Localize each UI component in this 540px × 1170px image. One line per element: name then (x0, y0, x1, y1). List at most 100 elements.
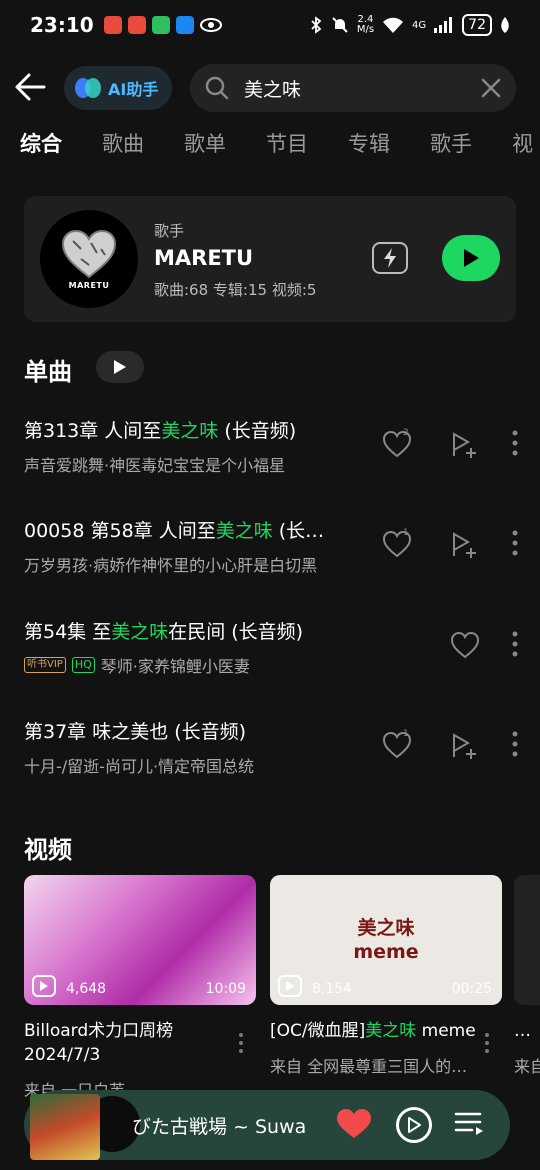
video-play-icon (278, 975, 302, 997)
artist-card[interactable]: MARETU 歌手 MARETU 歌曲:68 专辑:15 视频:5 (24, 196, 516, 322)
add-to-playlist-icon[interactable] (450, 530, 480, 560)
artist-type-label: 歌手 (154, 222, 185, 240)
more-options-icon[interactable] (510, 430, 520, 456)
mini-player[interactable]: びた古戦場 ~ Suwa (24, 1090, 510, 1160)
video-source: 来自 (514, 1057, 540, 1076)
avatar-logo-text: MARETU (68, 280, 110, 290)
play-icon (408, 1117, 421, 1133)
tab-albums[interactable]: 专辑 (348, 128, 390, 168)
status-time: 23:10 (30, 13, 94, 37)
play-icon (464, 249, 479, 267)
leaf-icon (501, 17, 509, 33)
like-count: 2 (403, 428, 409, 438)
status-indicators: 2.4 M/s 4G 72 (309, 14, 510, 36)
song-subtitle: 万岁男孩·病娇作神怀里的小心肝是白切黑 (24, 556, 318, 575)
like-icon[interactable] (450, 631, 480, 661)
search-input[interactable]: 美之味 (190, 64, 516, 112)
artist-play-button[interactable] (442, 235, 500, 281)
clear-search-icon[interactable] (480, 77, 502, 99)
playlist-queue-icon[interactable] (454, 1110, 484, 1138)
eye-icon (199, 18, 222, 32)
tab-artists[interactable]: 歌手 (430, 128, 472, 168)
song-subtitle: 十月-/留逝-尚可儿·情定帝国总统 (24, 757, 255, 776)
song-row[interactable]: 00058 第58章 人间至美之味 (长… 万岁男孩·病娇作神怀里的小心肝是白切… (24, 516, 540, 596)
ai-logo-icon (75, 78, 101, 98)
album-cover (30, 1094, 100, 1160)
network-type: 4G (412, 19, 427, 31)
song-subtitle: 听书VIP HQ 琴师·家养锦鲤小医妻 (24, 653, 250, 677)
video-more-icon[interactable] (238, 1033, 244, 1053)
more-options-icon[interactable] (510, 631, 520, 657)
video-card[interactable]: 4,648 10:09 Billoard术力口周榜 2024/7/3 来自 一只… (24, 875, 256, 1101)
app-notification-icon (175, 16, 194, 34)
hq-badge: HQ (71, 657, 95, 673)
tab-videos[interactable]: 视 (512, 128, 533, 168)
song-title: 第313章 人间至美之味 (长音频) (24, 420, 297, 442)
artist-avatar: MARETU (40, 210, 138, 308)
status-bar: 23:10 2.4 M/s 4G 72 (0, 0, 540, 50)
wifi-icon (383, 17, 404, 33)
heart-logo-icon (61, 229, 117, 278)
video-duration: 10:09 (205, 981, 246, 997)
video-duration: 00:25 (451, 981, 492, 997)
video-view-count: 4,648 (66, 981, 107, 997)
song-title: 00058 第58章 人间至美之味 (长… (24, 520, 325, 542)
thumbnail-subtitle: meme (353, 941, 419, 963)
now-playing-title: びた古戦場 ~ Suwa (132, 1116, 307, 1138)
battery-indicator: 72 (462, 14, 492, 36)
song-title: 第37章 味之美也 (长音频) (24, 721, 247, 743)
result-tabs: 综合 歌曲 歌单 节目 专辑 歌手 视 (20, 128, 540, 168)
network-speed: 2.4 M/s (356, 14, 375, 35)
video-title: … (514, 1021, 531, 1041)
play-pause-button[interactable] (396, 1107, 432, 1143)
ai-assistant-label: AI助手 (108, 80, 159, 99)
add-to-playlist-icon[interactable] (450, 430, 480, 460)
tab-overview[interactable]: 综合 (20, 128, 62, 168)
video-thumbnail (514, 875, 540, 1005)
ai-assistant-button[interactable]: AI助手 (64, 66, 172, 110)
search-header: AI助手 美之味 (0, 62, 540, 114)
signal-icon (434, 17, 453, 33)
back-arrow-icon[interactable] (14, 70, 48, 104)
app-notification-icon (103, 16, 122, 34)
mute-bell-icon (332, 17, 348, 33)
like-count: 1 (403, 729, 409, 739)
video-play-icon (32, 975, 56, 997)
video-source: 来自 全网最尊重三国人的… (270, 1057, 468, 1076)
song-row[interactable]: 第313章 人间至美之味 (长音频) 声音爱跳舞·神医毒妃宝宝是个小福星 2 (24, 416, 540, 496)
search-icon (205, 76, 229, 100)
add-to-playlist-icon[interactable] (450, 731, 480, 761)
wechat-icon (151, 16, 170, 34)
favorite-heart-icon[interactable] (336, 1108, 372, 1140)
song-row[interactable]: 第37章 味之美也 (长音频) 十月-/留逝-尚可儿·情定帝国总统 1 (24, 717, 540, 797)
play-icon (114, 360, 126, 374)
artist-stats: 歌曲:68 专辑:15 视频:5 (154, 281, 317, 299)
lightning-icon (384, 248, 396, 268)
video-thumbnail: 美之味 meme 8,154 00:25 (270, 875, 502, 1005)
video-card[interactable]: … 来自 (514, 875, 540, 1077)
tab-songs[interactable]: 歌曲 (102, 128, 144, 168)
video-title: [OC/微血腥]美之味 meme (270, 1021, 476, 1041)
status-app-icons (103, 16, 222, 34)
thumbnail-title: 美之味 (357, 917, 415, 939)
bluetooth-icon (311, 16, 322, 34)
search-query: 美之味 (244, 78, 302, 101)
video-title: Billoard术力口周榜 2024/7/3 (24, 1021, 174, 1065)
more-options-icon[interactable] (510, 530, 520, 556)
video-card[interactable]: 美之味 meme 8,154 00:25 [OC/微血腥]美之味 meme 来自… (270, 875, 502, 1077)
more-options-icon[interactable] (510, 731, 520, 757)
song-title: 第54集 至美之味在民间 (长音频) (24, 621, 304, 643)
video-view-count: 8,154 (312, 981, 353, 997)
song-row[interactable]: 第54集 至美之味在民间 (长音频) 听书VIP HQ 琴师·家养锦鲤小医妻 (24, 617, 540, 697)
like-count: 1 (403, 528, 409, 538)
singles-play-all-button[interactable] (96, 351, 144, 383)
singles-section-title: 单曲 (24, 358, 72, 386)
video-more-icon[interactable] (484, 1033, 490, 1053)
tab-playlists[interactable]: 歌单 (184, 128, 226, 168)
song-subtitle: 声音爱跳舞·神医毒妃宝宝是个小福星 (24, 456, 286, 475)
radio-flash-button[interactable] (372, 242, 408, 274)
vip-audiobook-badge: 听书VIP (24, 657, 66, 673)
videos-section-title: 视频 (24, 836, 72, 864)
tab-programs[interactable]: 节目 (266, 128, 308, 168)
app-notification-icon (127, 16, 146, 34)
